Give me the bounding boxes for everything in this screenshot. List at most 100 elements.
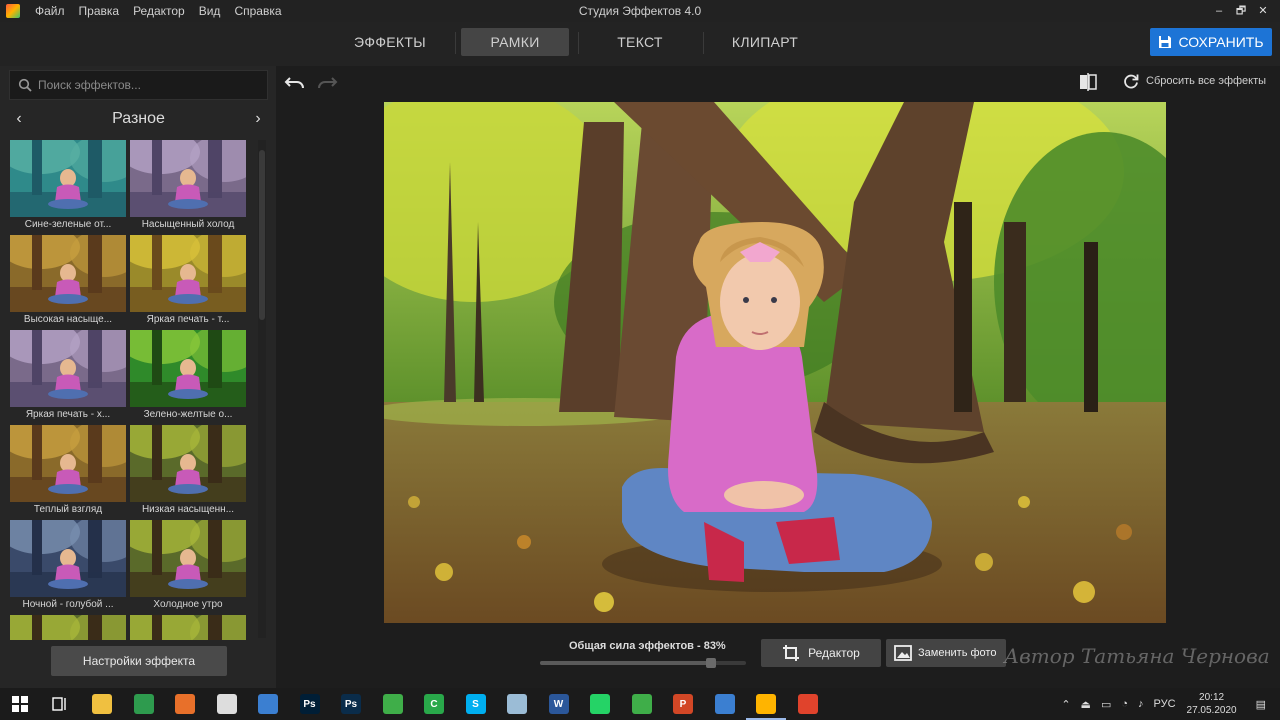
menu-bar: Файл Правка Редактор Вид Справка [28, 0, 289, 22]
maximize-icon[interactable]: 🗗 [1230, 0, 1252, 22]
minimize-icon[interactable]: – [1208, 0, 1230, 22]
effect-thumbnail[interactable] [10, 615, 126, 640]
save-button-label: СОХРАНИТЬ [1178, 34, 1264, 50]
effect-thumbnail[interactable]: Низкая насыщенн... [130, 425, 246, 520]
photo-preview[interactable] [384, 102, 1166, 623]
effect-thumbnail[interactable]: Насыщенный холод [130, 140, 246, 235]
language-indicator[interactable]: РУС [1154, 698, 1176, 710]
chevron-up-icon[interactable]: ⌃ [1061, 698, 1070, 711]
taskbar-app-glyph: P [673, 694, 693, 714]
effect-label: Ночной - голубой ... [22, 599, 114, 610]
effect-preview-image [10, 140, 126, 217]
photo-image [384, 102, 1166, 623]
globe-icon-2[interactable] [713, 692, 737, 716]
effect-thumbnail[interactable]: Ночной - голубой ... [10, 520, 126, 615]
menu-edit[interactable]: Правка [72, 0, 127, 22]
effect-thumbnail[interactable]: Зелено-желтые о... [130, 330, 246, 425]
effects-gallery: Сине-зеленые от... Насыщенный холод Высока… [10, 140, 250, 640]
task-view-icon[interactable] [48, 692, 72, 716]
network-icon[interactable]: ◔ [1121, 698, 1128, 710]
clock[interactable]: 20:12 27.05.2020 [1187, 691, 1237, 717]
effect-thumbnail[interactable]: Высокая насыще... [10, 235, 126, 330]
effect-thumbnail[interactable]: Яркая печать - т... [130, 235, 246, 330]
clock-date: 27.05.2020 [1186, 705, 1237, 716]
taskbar-app-glyph: S [465, 694, 486, 714]
taskbar-app-glyph [797, 694, 818, 714]
effect-thumbnail[interactable]: Сине-зеленые от... [10, 140, 126, 235]
redo-icon[interactable] [316, 74, 338, 92]
taskbar-app-glyph [216, 694, 237, 714]
effects-studio-icon[interactable] [746, 692, 786, 720]
firefox-icon[interactable] [173, 692, 197, 716]
taskbar-app-glyph [714, 694, 735, 714]
skype-icon[interactable]: S [464, 692, 488, 716]
chevron-left-icon[interactable]: ‹ [9, 110, 29, 128]
effect-label: Яркая печать - т... [146, 314, 230, 325]
taskbar-app-glyph [92, 694, 112, 714]
slider-handle[interactable] [705, 658, 716, 668]
red-app-icon[interactable] [796, 692, 820, 716]
volume-icon[interactable]: ♪ [1138, 698, 1144, 710]
tab-effects[interactable]: ЭФФЕКТЫ [335, 28, 445, 56]
leaf-icon[interactable] [381, 692, 405, 716]
camtasia-icon[interactable]: C [422, 692, 446, 716]
leaf-icon-2[interactable] [630, 692, 654, 716]
menu-view[interactable]: Вид [192, 0, 228, 22]
battery-icon[interactable]: ▭ [1101, 698, 1111, 711]
replace-photo-button[interactable]: Заменить фото [886, 639, 1006, 667]
gallery-scrollbar[interactable] [258, 140, 266, 638]
effect-strength-slider[interactable] [540, 658, 746, 668]
notifications-icon[interactable]: ▤ [1256, 698, 1266, 711]
undo-icon[interactable] [284, 74, 306, 92]
photoshop-icon-2[interactable]: Ps [339, 692, 363, 716]
effect-thumbnail[interactable] [130, 615, 246, 640]
word-icon[interactable]: W [547, 692, 571, 716]
usb-icon[interactable]: ⏏ [1081, 698, 1091, 711]
whatsapp-icon[interactable] [588, 692, 612, 716]
menu-file[interactable]: Файл [28, 0, 72, 22]
app-logo-icon [6, 4, 20, 18]
effect-thumbnail[interactable]: Теплый взгляд [10, 425, 126, 520]
effect-label: Низкая насыщенн... [141, 504, 235, 515]
effects-studio-window: Файл Правка Редактор Вид Справка Студия … [0, 0, 1280, 688]
category-title: Разное [112, 110, 165, 127]
search-input[interactable] [38, 78, 248, 92]
photoshop-icon[interactable]: Ps [298, 692, 322, 716]
chevron-right-icon[interactable]: › [248, 110, 268, 128]
system-tray: ⌃ ⏏ ▭ ◔ ♪ РУС 20:12 27.05.2020 ▤ [1056, 688, 1280, 720]
reset-effects-button[interactable]: Сбросить все эффекты [1122, 72, 1266, 90]
effect-settings-button[interactable]: Настройки эффекта [51, 646, 227, 676]
effect-thumbnail[interactable]: Яркая печать - х... [10, 330, 126, 425]
taskbar-app-glyph [382, 694, 403, 714]
menu-help[interactable]: Справка [227, 0, 288, 22]
powerpoint-icon[interactable]: P [671, 692, 695, 716]
editor-button[interactable]: Редактор [761, 639, 881, 667]
tab-divider [703, 32, 704, 54]
windows-start-icon[interactable] [8, 692, 32, 716]
file-explorer-icon[interactable] [90, 692, 114, 716]
compare-icon[interactable] [1078, 72, 1098, 92]
close-icon[interactable]: ✕ [1252, 0, 1274, 22]
editor-button-label: Редактор [808, 646, 860, 660]
cube-icon[interactable] [505, 692, 529, 716]
effect-preview-image [10, 330, 126, 407]
globe-icon[interactable] [256, 692, 280, 716]
tab-frames[interactable]: РАМКИ [461, 28, 569, 56]
clock-time: 20:12 [1199, 692, 1225, 703]
tab-divider [455, 32, 456, 54]
scrollbar-thumb[interactable] [259, 150, 265, 320]
effect-thumbnail[interactable]: Холодное утро [130, 520, 246, 615]
floppy-icon [1159, 36, 1172, 48]
tab-text[interactable]: ТЕКСТ [585, 28, 695, 56]
effects-sidebar: ‹ Разное › Сине-зеленые от... Насыщенный … [0, 66, 276, 688]
effect-preview-image [130, 140, 246, 217]
title-bar: Файл Правка Редактор Вид Справка Студия … [0, 0, 1280, 22]
menu-editor[interactable]: Редактор [126, 0, 192, 22]
save-button[interactable]: СОХРАНИТЬ [1150, 28, 1272, 56]
chrome-icon[interactable] [132, 692, 156, 716]
effect-preview-image [130, 330, 246, 407]
taskbar-app-glyph: C [424, 694, 444, 714]
app-icon-generic[interactable] [215, 692, 239, 716]
tab-clipart[interactable]: КЛИПАРТ [710, 28, 820, 56]
effect-label: Холодное утро [153, 599, 223, 610]
